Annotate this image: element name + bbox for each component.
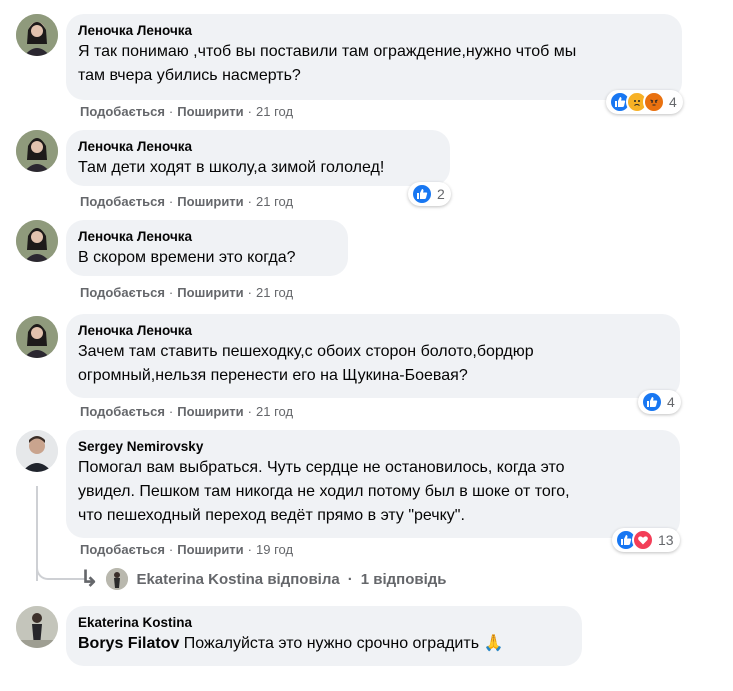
reactions-summary[interactable]: 4: [606, 90, 683, 114]
comment-text-line: Зачем там ставить пешеходку,с обоих стор…: [78, 343, 534, 360]
like-button[interactable]: Подобається: [80, 542, 165, 557]
reaction-count: 4: [669, 94, 677, 110]
replier-avatar: [106, 568, 129, 590]
reactions-summary[interactable]: 13: [612, 528, 680, 552]
thread-connector: [36, 560, 86, 580]
comment-actions: Подобається · Поширити · 21 год: [80, 404, 294, 419]
like-button[interactable]: Подобається: [80, 104, 165, 119]
reaction-count: 4: [667, 394, 675, 410]
comment-bubble: Леночка Леночка Там дети ходят в школу,а…: [66, 130, 450, 186]
mention-link[interactable]: Borys Filatov: [78, 635, 179, 652]
comment-author[interactable]: Леночка Леночка: [78, 138, 438, 156]
comment-text: Borys Filatov Пожалуйста это нужно срочн…: [78, 632, 570, 656]
replier-name: Ekaterina Kostina: [136, 570, 264, 588]
comment-text-line: Помогал вам выбраться. Чуть сердце не ос…: [78, 459, 565, 476]
comment-text-line: Там дети ходят в школу,а зимой гололед!: [78, 159, 385, 176]
comment-author[interactable]: Ekaterina Kostina: [78, 614, 570, 632]
comment-author[interactable]: Леночка Леночка: [78, 22, 670, 40]
comment-author[interactable]: Леночка Леночка: [78, 322, 668, 340]
comment-text-body: Пожалуйста это нужно срочно оградить 🙏: [179, 635, 504, 652]
comment-time[interactable]: 21 год: [256, 285, 293, 300]
comment-text-line: Я так понимаю ,чтоб вы поставили там огр…: [78, 43, 577, 60]
comment-text-line: огромный,нельзя перенести его на Щукина-…: [78, 367, 468, 384]
comment-text-line: там вчера убились насмерть?: [78, 67, 301, 84]
comment-text-line: увидел. Пешком там никогда не ходил пото…: [78, 483, 570, 500]
avatar[interactable]: [16, 430, 58, 472]
share-button[interactable]: Поширити: [177, 404, 243, 419]
share-button[interactable]: Поширити: [177, 194, 243, 209]
comment-bubble: Леночка Леночка Зачем там ставить пешехо…: [66, 314, 680, 398]
reply-count: 1 відповідь: [360, 570, 447, 588]
share-button[interactable]: Поширити: [177, 104, 243, 119]
angry-reaction-icon: [643, 91, 665, 113]
avatar[interactable]: [16, 316, 58, 358]
comment-actions: Подобається · Поширити · 21 год: [80, 104, 294, 119]
avatar[interactable]: [16, 14, 58, 56]
comment-bubble: Леночка Леночка В скором времени это ког…: [66, 220, 348, 276]
comment-time[interactable]: 19 год: [256, 542, 293, 557]
comment-author[interactable]: Леночка Леночка: [78, 228, 336, 246]
love-reaction-icon: [632, 529, 654, 551]
like-button[interactable]: Подобається: [80, 285, 165, 300]
comment-bubble: Леночка Леночка Я так понимаю ,чтоб вы п…: [66, 14, 682, 100]
share-button[interactable]: Поширити: [177, 285, 243, 300]
comment-author[interactable]: Sergey Nemirovsky: [78, 438, 668, 456]
comment-bubble: Ekaterina Kostina Borys Filatov Пожалуйс…: [66, 606, 582, 666]
avatar[interactable]: [16, 130, 58, 172]
like-reaction-icon: [411, 183, 433, 205]
comment-text-line: что пешеходный переход ведёт прямо в эту…: [78, 507, 465, 524]
reply-arrow-icon: ↳: [80, 566, 99, 591]
separator-dot: ·: [347, 570, 353, 588]
comment-time[interactable]: 21 год: [256, 194, 293, 209]
like-button[interactable]: Подобається: [80, 404, 165, 419]
reaction-count: 2: [437, 186, 445, 202]
comment-actions: Подобається · Поширити · 21 год: [80, 285, 294, 300]
like-reaction-icon: [641, 391, 663, 413]
reactions-summary[interactable]: 4: [638, 390, 681, 414]
reaction-count: 13: [658, 532, 674, 548]
comment-actions: Подобається · Поширити · 19 год: [80, 542, 294, 557]
comment-actions: Подобається · Поширити · 21 год: [80, 194, 294, 209]
share-button[interactable]: Поширити: [177, 542, 243, 557]
comment-time[interactable]: 21 год: [256, 104, 293, 119]
avatar[interactable]: [16, 606, 58, 648]
comment-text-line: В скором времени это когда?: [78, 249, 296, 266]
comment-time[interactable]: 21 год: [256, 404, 293, 419]
avatar[interactable]: [16, 220, 58, 262]
reactions-summary[interactable]: 2: [408, 182, 451, 206]
comment-bubble: Sergey Nemirovsky Помогал вам выбраться.…: [66, 430, 680, 538]
like-button[interactable]: Подобається: [80, 194, 165, 209]
view-replies-link[interactable]: ↳ Ekaterina Kostina відповіла · 1 відпов…: [80, 568, 447, 590]
replied-label: відповіла: [267, 570, 340, 588]
